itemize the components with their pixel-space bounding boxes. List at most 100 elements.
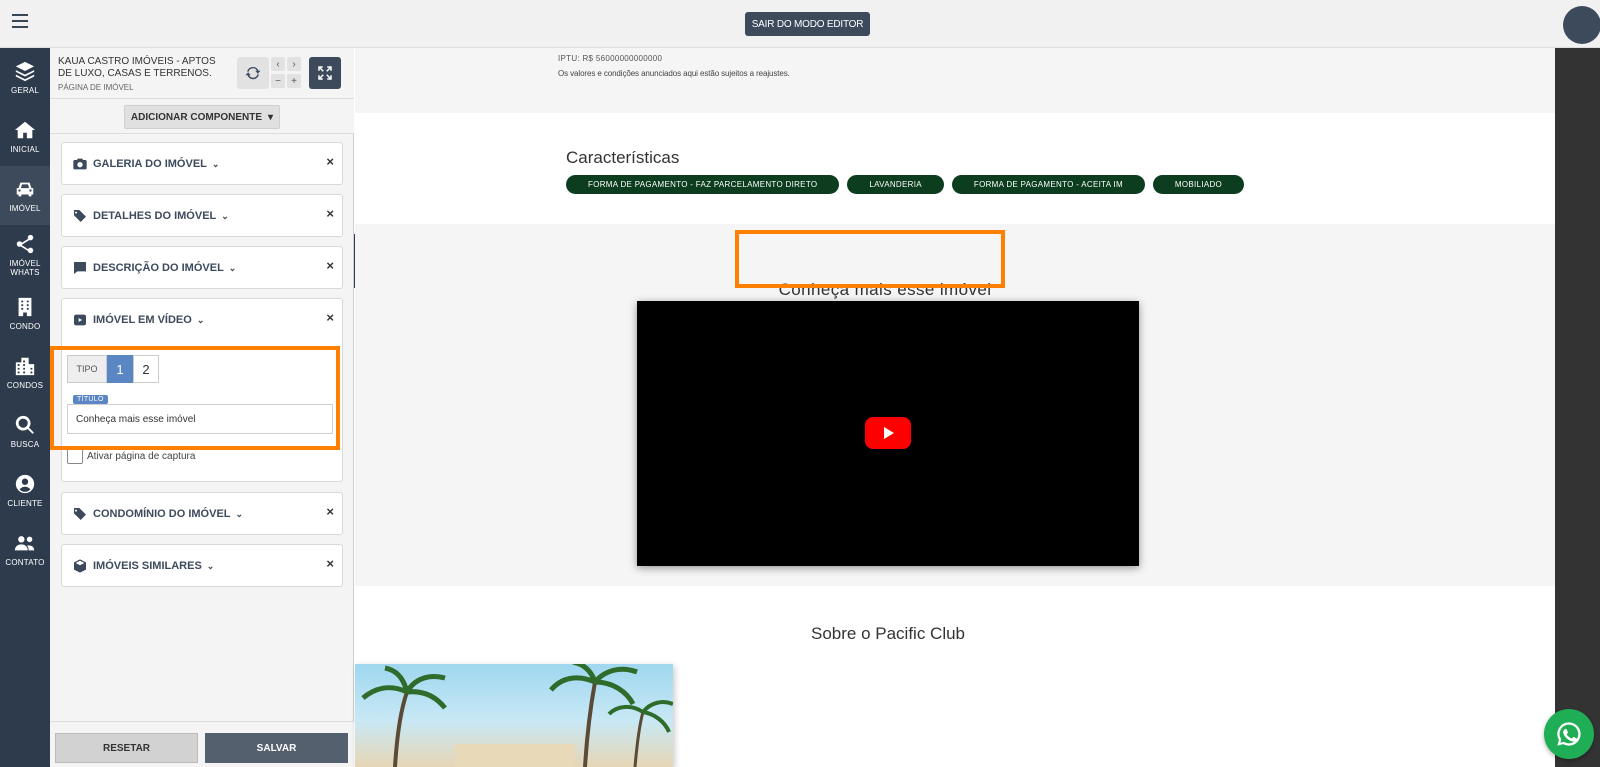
nav-item-busca[interactable]: BUSCA [0, 402, 50, 461]
chevron-left-icon[interactable]: ‹ [271, 57, 285, 71]
zoom-out-icon[interactable]: − [271, 74, 285, 88]
nav-item-condo[interactable]: CONDO [0, 284, 50, 343]
iptu-text: IPTU: R$ 56000000000000 [558, 54, 663, 63]
whatsapp-icon [1557, 722, 1581, 746]
chevron-down-icon[interactable]: ⌄ [207, 561, 215, 572]
refresh-icon [245, 66, 261, 80]
whatsapp-button[interactable] [1544, 709, 1594, 759]
nav-item-contato[interactable]: CONTATO [0, 520, 50, 579]
layers-icon [15, 61, 35, 82]
component-title: GALERIA DO IMÓVEL ⌄ [72, 156, 219, 172]
page-scroll-strip [1555, 48, 1600, 767]
tags-icon [73, 508, 86, 520]
component-title-text: IMÓVEL EM VÍDEO [93, 314, 192, 326]
close-icon[interactable]: × [326, 206, 334, 221]
add-component-bar: ADICIONAR COMPONENTE ▾ [50, 98, 354, 134]
component-condominio[interactable]: CONDOMÍNIO DO IMÓVEL ⌄ × [61, 492, 343, 535]
chevron-down-icon[interactable]: ⌄ [197, 315, 205, 326]
chevron-down-icon[interactable]: ⌄ [229, 263, 237, 274]
page-preview: IPTU: R$ 56000000000000 Os valores e con… [355, 48, 1555, 767]
component-title-text: DETALHES DO IMÓVEL [93, 210, 217, 222]
users-icon [14, 536, 35, 551]
component-title-text: DESCRIÇÃO DO IMÓVEL [93, 262, 224, 274]
component-descricao[interactable]: DESCRIÇÃO DO IMÓVEL ⌄ × [61, 246, 343, 289]
car-icon [16, 182, 34, 197]
component-title-text: IMÓVEIS SIMILARES [93, 560, 202, 572]
youtube-play-icon[interactable] [865, 417, 911, 449]
nav-label: CONDOS [6, 381, 44, 390]
nav-item-imovel-whats[interactable]: IMÓVEL WHATS [0, 225, 50, 284]
search-icon [15, 415, 34, 434]
nav-label: GERAL [10, 86, 40, 95]
capture-page-checkbox[interactable] [67, 448, 83, 464]
characteristics-list: FORMA DE PAGAMENTO - FAZ PARCELAMENTO DI… [566, 175, 1245, 194]
youtube-icon [74, 314, 86, 326]
settings-highlight [50, 346, 340, 450]
nav-label: CLIENTE [7, 499, 43, 508]
chevron-down-icon[interactable]: ⌄ [236, 509, 244, 520]
tags-icon [73, 210, 86, 222]
characteristics-title: Características [566, 148, 680, 167]
close-icon[interactable]: × [326, 154, 334, 169]
palm-trees-image [361, 664, 673, 767]
characteristics-section: Características FORMA DE PAGAMENTO - FAZ… [355, 113, 1555, 224]
zoom-in-icon[interactable]: + [287, 74, 301, 88]
component-title: DETALHES DO IMÓVEL ⌄ [72, 208, 229, 224]
share-icon [16, 234, 34, 253]
condo-photo [355, 664, 673, 767]
component-similares[interactable]: IMÓVEIS SIMILARES ⌄ × [61, 544, 343, 587]
chevron-down-icon[interactable]: ⌄ [212, 159, 220, 170]
menu-icon[interactable] [12, 14, 28, 30]
component-galeria[interactable]: GALERIA DO IMÓVEL ⌄ × [61, 142, 343, 185]
comment-icon [74, 262, 86, 274]
nav-item-condos[interactable]: CONDOS [0, 343, 50, 402]
close-icon[interactable]: × [326, 258, 334, 273]
left-nav: GERAL INICIAL IMÓVEL IMÓVEL WHATS CONDO … [0, 48, 50, 767]
about-title: Sobre o Pacific Club [810, 624, 966, 643]
refresh-button[interactable] [237, 57, 269, 89]
title-highlight [735, 230, 1005, 288]
site-name: KAUA CASTRO IMÓVEIS - APTOS DE LUXO, CAS… [58, 56, 216, 79]
expand-button[interactable] [309, 57, 341, 89]
add-component-select[interactable]: ADICIONAR COMPONENTE ▾ [124, 105, 280, 129]
nav-label: IMÓVEL [9, 204, 41, 213]
nav-label: INICIAL [10, 145, 40, 154]
exit-editor-button[interactable]: SAIR DO MODO EDITOR [745, 12, 870, 36]
component-title: IMÓVEIS SIMILARES ⌄ [72, 558, 214, 574]
cube-icon [74, 559, 86, 573]
home-icon [14, 121, 36, 139]
nav-label: IMÓVEL WHATS [9, 258, 41, 277]
nav-label: CONDO [9, 322, 41, 331]
component-detalhes[interactable]: DETALHES DO IMÓVEL ⌄ × [61, 194, 343, 237]
expand-icon [318, 66, 332, 80]
about-section: Sobre o Pacific Club [355, 586, 1555, 767]
save-button[interactable]: SALVAR [205, 733, 348, 763]
disclaimer-text: Os valores e condições anunciados aqui e… [558, 69, 790, 78]
component-title-text: GALERIA DO IMÓVEL [93, 158, 207, 170]
characteristic-pill: MOBILIADO [1152, 175, 1245, 194]
panel-footer: RESETAR SALVAR [50, 721, 354, 767]
characteristic-pill: FORMA DE PAGAMENTO - FAZ PARCELAMENTO DI… [566, 175, 840, 194]
nav-item-cliente[interactable]: CLIENTE [0, 461, 50, 520]
panel-header: KAUA CASTRO IMÓVEIS - APTOS DE LUXO, CAS… [50, 48, 354, 98]
building-icon [18, 297, 32, 317]
nav-item-imovel[interactable]: IMÓVEL [0, 166, 50, 225]
close-icon[interactable]: × [326, 504, 334, 519]
page-name: PÁGINA DE IMÓVEL [58, 83, 134, 92]
nav-item-inicial[interactable]: INICIAL [0, 107, 50, 166]
add-component-label: ADICIONAR COMPONENTE [130, 111, 263, 123]
close-icon[interactable]: × [326, 310, 334, 325]
chevron-down-icon: ▾ [268, 111, 274, 123]
characteristic-pill: LAVANDERIA [847, 175, 944, 194]
reset-button[interactable]: RESETAR [55, 733, 198, 763]
capture-page-label: Ativar página de captura [87, 450, 196, 462]
avatar[interactable] [1563, 6, 1600, 44]
chevron-right-icon[interactable]: › [287, 57, 301, 71]
chevron-down-icon[interactable]: ⌄ [221, 211, 229, 222]
characteristic-pill: FORMA DE PAGAMENTO - ACEITA IM [951, 175, 1145, 194]
top-bar: SAIR DO MODO EDITOR [0, 0, 1600, 48]
video-player[interactable] [637, 301, 1139, 566]
nav-item-geral[interactable]: GERAL [0, 48, 50, 107]
close-icon[interactable]: × [326, 556, 334, 571]
camera-icon [73, 158, 87, 170]
